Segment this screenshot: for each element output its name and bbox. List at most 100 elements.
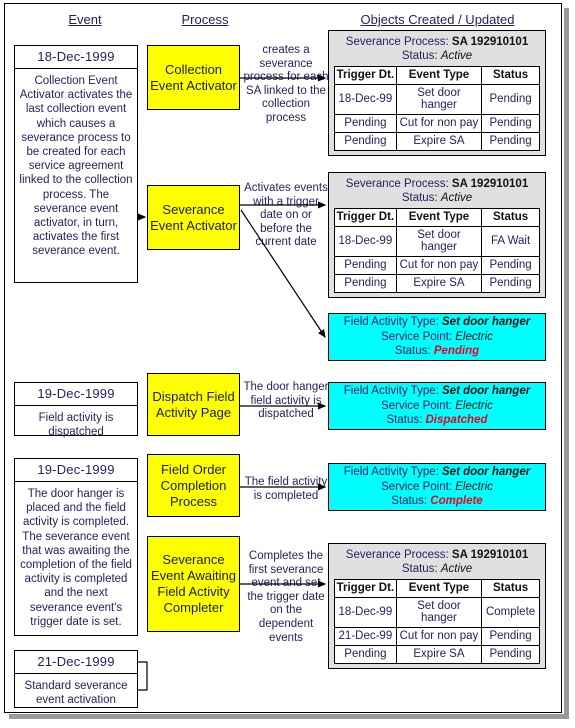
fa-type-line-3: Field Activity Type: Set door hanger [329,465,545,480]
connector-caption-2: Activates events with a trigger date on … [244,182,328,249]
cell-event-type: Expire SA [395,274,483,293]
col-event-type: Event Type [395,66,483,85]
fa-status-line-2: Status: Dispatched [329,413,545,428]
fa-sp-value-3: Electric [455,480,493,493]
fa-sp-label-2: Service Point: [381,399,453,412]
fa-status-value-3: Complete [430,495,483,508]
cell-event-type: Cut for non pay [395,256,483,275]
col-status: Status [481,66,540,85]
fa-status-label-2: Status: [386,414,423,427]
table-row: Pending Expire SA Pending [334,132,540,151]
process-box-dispatch-field-activity-page[interactable]: Dispatch Field Activity Page [147,373,240,436]
event-date-4: 21-Dec-1999 [15,651,137,674]
connector-caption-3: The door hanger field activity is dispat… [243,381,329,421]
cell-status: Pending [481,132,540,151]
panel-status-value-3: Active [440,563,473,575]
panel-title-value-1: SA 192910101 [451,36,529,48]
cell-status: Pending [481,114,540,133]
panel-status-value-1: Active [440,50,473,62]
table-row: 21-Dec-99 Cut for non pay Pending [334,627,540,646]
process-label-4: Field Order Completion Process [160,461,227,509]
fa-sp-value-2: Electric [455,399,493,412]
process-box-field-order-completion[interactable]: Field Order Completion Process [147,454,240,517]
panel-title-1: Severance Process: SA 192910101 Status: … [334,35,540,66]
fa-status-value-1: Pending [433,345,480,358]
cell-status: FA Wait [481,226,540,257]
cell-trigger-dt: Pending [334,645,397,664]
fa-type-label-3: Field Activity Type: [343,466,439,479]
process-box-severance-event-activator[interactable]: Severance Event Activator [147,185,240,250]
panel-status-label-2: Status: [401,192,438,204]
cell-status: Pending [481,84,540,115]
col-trigger-dt: Trigger Dt. [334,208,397,227]
fa-type-value-2: Set door hanger [442,385,531,398]
cell-event-type: Set door hanger [395,597,483,628]
fa-status-label-3: Status: [391,495,428,508]
col-status: Status [481,579,540,598]
event-date-2: 19-Dec-1999 [15,383,137,406]
severance-event-table-1: Trigger Dt. Event Type Status 18-Dec-99 … [334,66,540,151]
table-row: Pending Cut for non pay Pending [334,256,540,275]
fa-type-label-2: Field Activity Type: [343,385,439,398]
cell-trigger-dt: Pending [334,274,397,293]
severance-process-panel-2: Severance Process: SA 192910101 Status: … [328,172,546,298]
event-text-3: The door hanger is placed and the field … [20,488,132,628]
fa-status-value-2: Dispatched [425,414,488,427]
col-event-type: Event Type [395,208,483,227]
fa-status-line-1: Status: Pending [329,344,545,359]
panel-title-value-3: SA 192910101 [451,549,529,561]
cell-trigger-dt: 18-Dec-99 [334,597,397,628]
process-box-collection-event-activator[interactable]: Collection Event Activator [147,45,240,110]
fa-sp-label-3: Service Point: [381,480,453,493]
cell-event-type: Set door hanger [395,226,483,257]
col-event-type: Event Type [395,579,483,598]
process-box-severance-event-awaiting-fa-completer[interactable]: Severance Event Awaiting Field Activity … [147,536,240,632]
fa-sp-line-1: Service Point: Electric [329,330,545,345]
fa-status-label-1: Status: [394,345,431,358]
process-label-3: Dispatch Field Activity Page [152,388,235,420]
diagram-canvas: Event Process Objects Created / Updated … [0,0,575,728]
cell-event-type: Cut for non pay [395,627,483,646]
table-row: 18-Dec-99 Set door hanger FA Wait [334,226,540,257]
panel-title-label-1: Severance Process: [345,36,449,48]
table-header-row: Trigger Dt. Event Type Status [334,208,540,227]
fa-type-value-1: Set door hanger [442,316,531,329]
fa-type-line-2: Field Activity Type: Set door hanger [329,384,545,399]
cell-trigger-dt: Pending [334,114,397,133]
process-label-5: Severance Event Awaiting Field Activity … [150,552,237,615]
panel-title-2: Severance Process: SA 192910101 Status: … [334,177,540,208]
fa-type-value-3: Set door hanger [442,466,531,479]
panel-title-value-2: SA 192910101 [451,178,529,190]
cell-trigger-dt: 21-Dec-99 [334,627,397,646]
cell-status: Pending [481,627,540,646]
event-date-1: 18-Dec-1999 [15,46,137,69]
panel-status-value-2: Active [440,192,473,204]
process-label-2: Severance Event Activator [150,201,237,233]
fa-status-line-3: Status: Complete [329,494,545,509]
cell-trigger-dt: 18-Dec-99 [334,226,397,257]
table-row: Pending Cut for non pay Pending [334,114,540,133]
cell-trigger-dt: 18-Dec-99 [334,84,397,115]
cell-status: Pending [481,274,540,293]
table-row: Pending Expire SA Pending [334,645,540,664]
cell-event-type: Set door hanger [395,84,483,115]
column-header-process: Process [181,12,229,27]
col-status: Status [481,208,540,227]
fa-sp-line-2: Service Point: Electric [329,399,545,414]
col-trigger-dt: Trigger Dt. [334,66,397,85]
cell-event-type: Expire SA [395,132,483,151]
event-text-4: Standard severance event activation [24,680,128,707]
panel-title-3: Severance Process: SA 192910101 Status: … [334,548,540,579]
table-row: 18-Dec-99 Set door hanger Complete [334,597,540,628]
severance-event-table-3: Trigger Dt. Event Type Status 18-Dec-99 … [334,579,540,664]
cell-trigger-dt: Pending [334,132,397,151]
event-box-1: 18-Dec-1999 Collection Event Activator a… [14,45,138,283]
table-row: 18-Dec-99 Set door hanger Pending [334,84,540,115]
connector-caption-1: creates a severance process for each SA … [243,44,329,124]
panel-status-label-1: Status: [401,50,438,62]
panel-status-label-3: Status: [401,563,438,575]
panel-title-label-2: Severance Process: [345,178,449,190]
column-header-event: Event [68,12,102,27]
column-header-objects: Objects Created / Updated [360,12,515,27]
connector-caption-4: The field activity is completed [244,476,328,502]
